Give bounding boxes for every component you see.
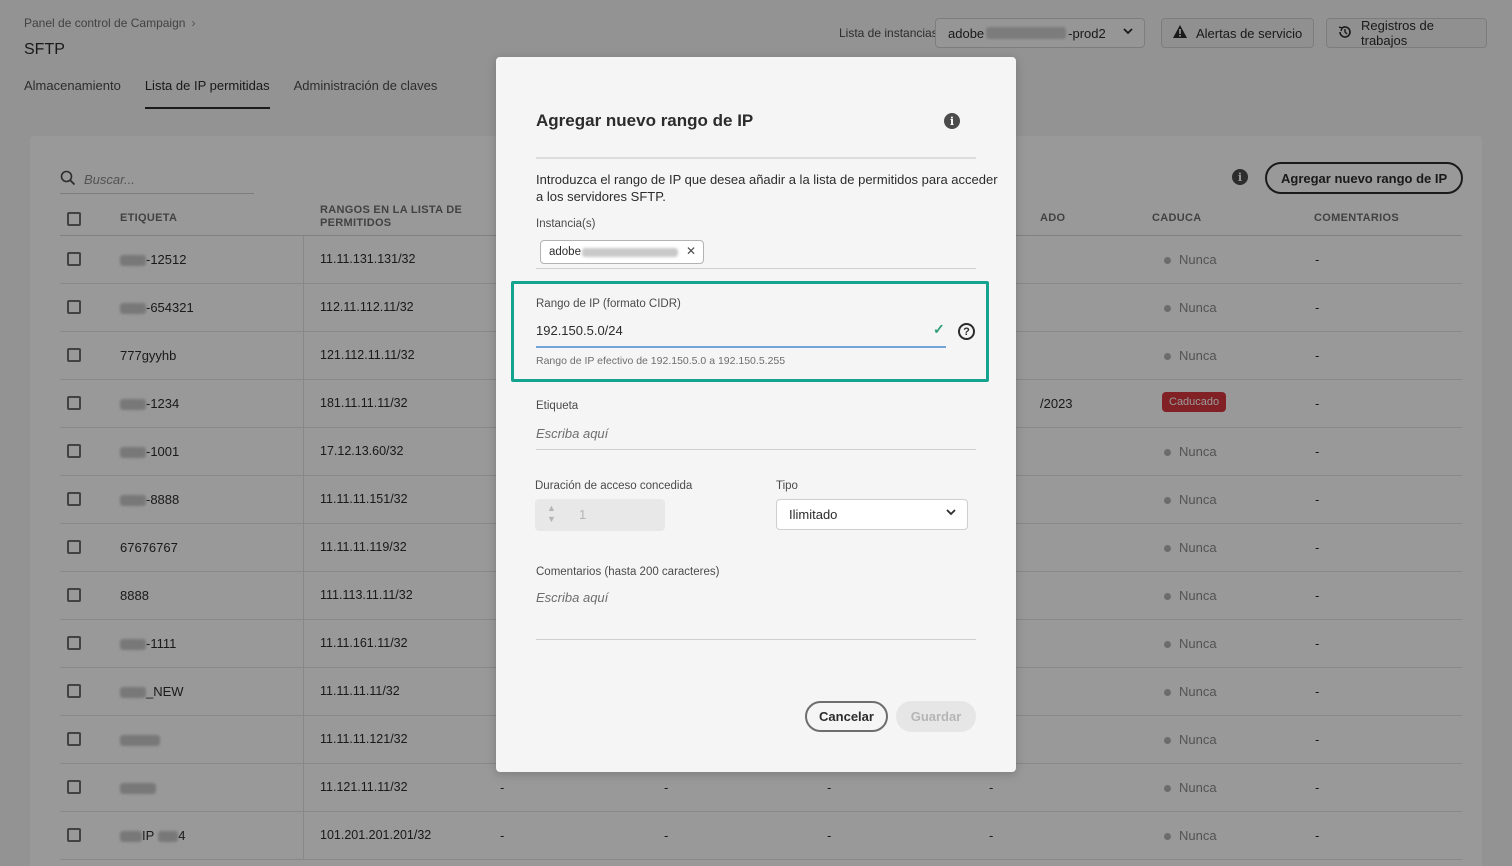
help-icon[interactable]: ?	[958, 323, 975, 340]
divider	[536, 157, 976, 159]
label-underline	[536, 449, 976, 450]
type-value: Ilimitado	[789, 507, 838, 522]
comments-input[interactable]: Escriba aquí	[536, 590, 608, 605]
type-label: Tipo	[776, 480, 798, 492]
cidr-effective-range: Rango de IP efectivo de 192.150.5.0 a 19…	[536, 355, 786, 367]
comments-label: Comentarios (hasta 200 caracteres)	[536, 566, 720, 578]
instance-tag-prefix: adobe	[549, 246, 581, 258]
duration-label: Duración de acceso concedida	[535, 480, 693, 492]
instances-label: Instancia(s)	[536, 218, 596, 230]
stepper-arrows-icon[interactable]: ▲ ▼	[547, 503, 556, 525]
label-field-label: Etiqueta	[536, 400, 579, 412]
comments-underline	[536, 639, 976, 640]
duration-stepper[interactable]: ▲ ▼ 1	[535, 499, 665, 531]
instances-underline	[536, 268, 976, 269]
cidr-input[interactable]: 192.150.5.0/24	[536, 323, 623, 338]
instance-tag[interactable]: adobe ✕	[540, 240, 704, 264]
checkmark-icon: ✓	[933, 321, 945, 337]
dialog-title: Agregar nuevo rango de IP	[536, 111, 754, 130]
chevron-down-icon	[945, 506, 957, 521]
duration-value: 1	[579, 507, 587, 522]
redacted-text	[581, 247, 678, 257]
save-button[interactable]: Guardar	[896, 701, 976, 732]
label-input[interactable]: Escriba aquí	[536, 426, 608, 441]
type-select[interactable]: Ilimitado	[776, 499, 968, 530]
dialog-description: Introduzca el rango de IP que desea añad…	[536, 172, 998, 204]
close-icon[interactable]: ✕	[686, 244, 696, 258]
cidr-input-underline	[536, 346, 946, 348]
cidr-label: Rango de IP (formato CIDR)	[536, 298, 681, 310]
cancel-button[interactable]: Cancelar	[805, 701, 888, 732]
add-ip-range-dialog: Agregar nuevo rango de IP i Introduzca e…	[496, 57, 1016, 772]
info-icon[interactable]: i	[944, 113, 960, 129]
